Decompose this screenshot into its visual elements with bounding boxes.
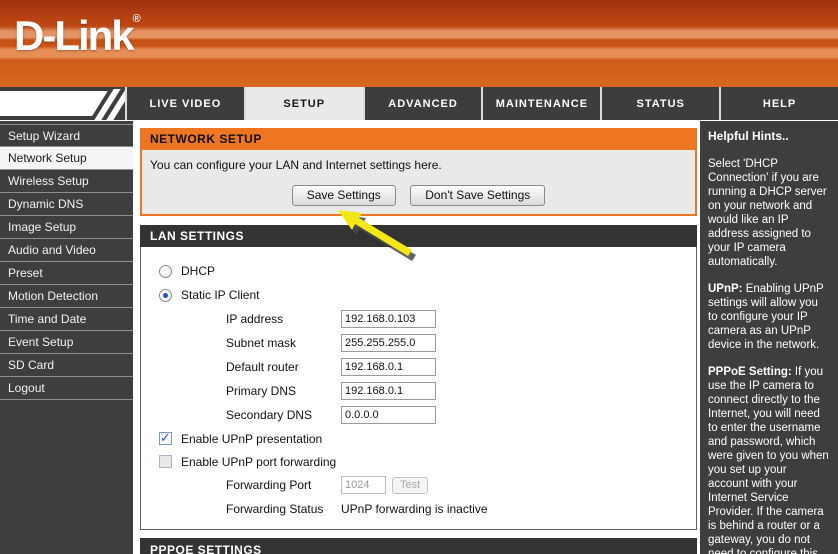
sidebar-item-wireless-setup[interactable]: Wireless Setup	[0, 170, 133, 193]
forwarding-status-label: Forwarding Status	[226, 502, 341, 516]
page-description: You can configure your LAN and Internet …	[150, 156, 687, 172]
sidebar-item-image-setup[interactable]: Image Setup	[0, 216, 133, 239]
subnet-mask-input[interactable]	[341, 334, 436, 352]
ip-address-label: IP address	[226, 312, 341, 326]
hint-dhcp: Select 'DHCP Connection' if you are runn…	[708, 157, 830, 269]
forwarding-status-value: UPnP forwarding is inactive	[341, 502, 488, 516]
dlink-camera-setup-page: D-Link® LIVE VIDEO SETUP ADVANCED MAINTE…	[0, 0, 838, 554]
subnet-mask-row: Subnet mask	[141, 331, 696, 355]
registered-mark: ®	[133, 13, 141, 25]
network-setup-info-box: You can configure your LAN and Internet …	[140, 150, 697, 216]
hints-title: Helpful Hints..	[708, 129, 830, 143]
ip-address-row: IP address	[141, 307, 696, 331]
forwarding-port-input	[341, 476, 386, 494]
upnp-presentation-row: Enable UPnP presentation	[159, 427, 696, 450]
sidebar-item-preset[interactable]: Preset	[0, 262, 133, 285]
lan-settings-header: LAN SETTINGS	[140, 225, 697, 247]
dlink-logo-text: D-Link	[14, 12, 133, 59]
dhcp-radio-label: DHCP	[181, 264, 215, 278]
hint-dhcp-text: Select 'DHCP Connection' if you are runn…	[708, 158, 827, 268]
sidebar-item-event-setup[interactable]: Event Setup	[0, 331, 133, 354]
static-ip-radio[interactable]	[159, 289, 172, 302]
primary-dns-input[interactable]	[341, 382, 436, 400]
dlink-logo: D-Link®	[14, 12, 141, 60]
ip-address-input[interactable]	[341, 310, 436, 328]
brand-banner: D-Link®	[0, 0, 838, 87]
dhcp-radio[interactable]	[159, 265, 172, 278]
upnp-forwarding-checkbox[interactable]	[159, 455, 172, 468]
secondary-dns-row: Secondary DNS	[141, 403, 696, 427]
primary-dns-row: Primary DNS	[141, 379, 696, 403]
upnp-presentation-label: Enable UPnP presentation	[181, 432, 322, 446]
hint-pppoe-text: If you use the IP camera to connect dire…	[708, 366, 829, 554]
save-button-row: Save Settings Don't Save Settings	[150, 185, 687, 206]
page-title: NETWORK SETUP	[140, 128, 697, 150]
lan-settings-form: DHCP Static IP Client IP address Subnet …	[140, 247, 697, 530]
upnp-forwarding-label: Enable UPnP port forwarding	[181, 455, 336, 469]
secondary-dns-input[interactable]	[341, 406, 436, 424]
sidebar-item-network-setup[interactable]: Network Setup	[0, 147, 133, 170]
default-router-row: Default router	[141, 355, 696, 379]
forwarding-status-row: Forwarding Status UPnP forwarding is ina…	[141, 497, 696, 521]
static-ip-radio-label: Static IP Client	[181, 288, 259, 302]
hint-pppoe-lead: PPPoE Setting:	[708, 366, 792, 378]
nav-model-badge	[0, 87, 125, 120]
sidebar-item-setup-wizard[interactable]: Setup Wizard	[0, 124, 133, 147]
save-settings-button[interactable]: Save Settings	[292, 185, 396, 206]
static-ip-radio-row: Static IP Client	[159, 283, 696, 307]
hint-upnp: UPnP: Enabling UPnP settings will allow …	[708, 282, 830, 352]
tab-setup[interactable]: SETUP	[244, 87, 363, 120]
default-router-label: Default router	[226, 360, 341, 374]
test-button: Test	[392, 477, 428, 494]
sidebar-item-logout[interactable]: Logout	[0, 377, 133, 400]
dont-save-settings-button[interactable]: Don't Save Settings	[410, 185, 545, 206]
tab-help[interactable]: HELP	[719, 87, 838, 120]
left-sidebar: Setup Wizard Network Setup Wireless Setu…	[0, 121, 133, 554]
secondary-dns-label: Secondary DNS	[226, 408, 341, 422]
sidebar-item-audio-and-video[interactable]: Audio and Video	[0, 239, 133, 262]
tab-advanced[interactable]: ADVANCED	[363, 87, 482, 120]
tab-maintenance[interactable]: MAINTENANCE	[481, 87, 600, 120]
default-router-input[interactable]	[341, 358, 436, 376]
upnp-forwarding-row: Enable UPnP port forwarding	[159, 450, 696, 473]
primary-dns-label: Primary DNS	[226, 384, 341, 398]
forwarding-port-label: Forwarding Port	[226, 478, 341, 492]
sidebar-item-dynamic-dns[interactable]: Dynamic DNS	[0, 193, 133, 216]
sidebar-item-motion-detection[interactable]: Motion Detection	[0, 285, 133, 308]
hint-upnp-lead: UPnP:	[708, 283, 743, 295]
helpful-hints-panel: Helpful Hints.. Select 'DHCP Connection'…	[700, 121, 838, 554]
top-nav: LIVE VIDEO SETUP ADVANCED MAINTENANCE ST…	[0, 87, 838, 120]
subnet-mask-label: Subnet mask	[226, 336, 341, 350]
hint-pppoe: PPPoE Setting: If you use the IP camera …	[708, 365, 830, 554]
dhcp-radio-row: DHCP	[159, 259, 696, 283]
sidebar-item-time-and-date[interactable]: Time and Date	[0, 308, 133, 331]
upnp-presentation-checkbox[interactable]	[159, 432, 172, 445]
pppoe-settings-header: PPPOE SETTINGS	[140, 538, 697, 554]
sidebar-item-sd-card[interactable]: SD Card	[0, 354, 133, 377]
main-content: NETWORK SETUP You can configure your LAN…	[140, 121, 697, 554]
tab-status[interactable]: STATUS	[600, 87, 719, 120]
forwarding-port-row: Forwarding Port Test	[141, 473, 696, 497]
tab-live-video[interactable]: LIVE VIDEO	[125, 87, 244, 120]
badge-shape	[0, 91, 108, 116]
